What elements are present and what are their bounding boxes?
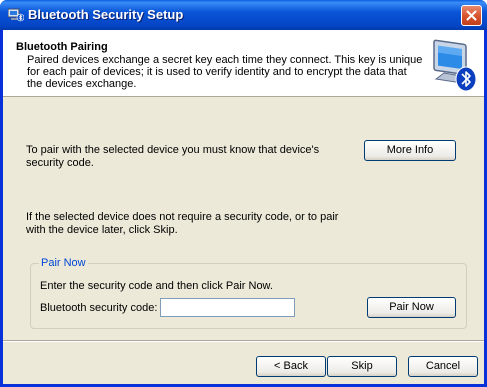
dialog-window: Bluetooth Security Setup Bluetooth Pairi… (0, 0, 487, 387)
security-code-label: Bluetooth security code: (40, 302, 158, 314)
window-title: Bluetooth Security Setup (28, 7, 184, 22)
pair-now-group-legend: Pair Now (39, 257, 88, 269)
bluetooth-computer-icon (426, 35, 478, 93)
pair-now-button[interactable]: Pair Now (367, 297, 456, 318)
footer-divider (3, 340, 484, 342)
header-description: Paired devices exchange a secret key eac… (27, 54, 423, 90)
title-bar[interactable]: Bluetooth Security Setup (0, 0, 487, 30)
security-code-text: To pair with the selected device you mus… (26, 144, 320, 169)
skip-button[interactable]: Skip (327, 356, 397, 377)
wizard-header: Bluetooth Pairing Paired devices exchang… (3, 30, 484, 97)
close-icon (466, 10, 477, 21)
skip-instructions-text: If the selected device does not require … (26, 211, 339, 236)
pair-now-group (30, 263, 467, 329)
close-button[interactable] (461, 5, 482, 26)
pair-now-instructions: Enter the security code and then click P… (40, 280, 273, 292)
bluetooth-app-icon (7, 8, 25, 22)
security-code-input[interactable] (160, 298, 295, 317)
header-title: Bluetooth Pairing (16, 41, 108, 53)
more-info-button[interactable]: More Info (364, 140, 456, 161)
cancel-button[interactable]: Cancel (408, 356, 478, 377)
back-button[interactable]: < Back (256, 356, 326, 377)
